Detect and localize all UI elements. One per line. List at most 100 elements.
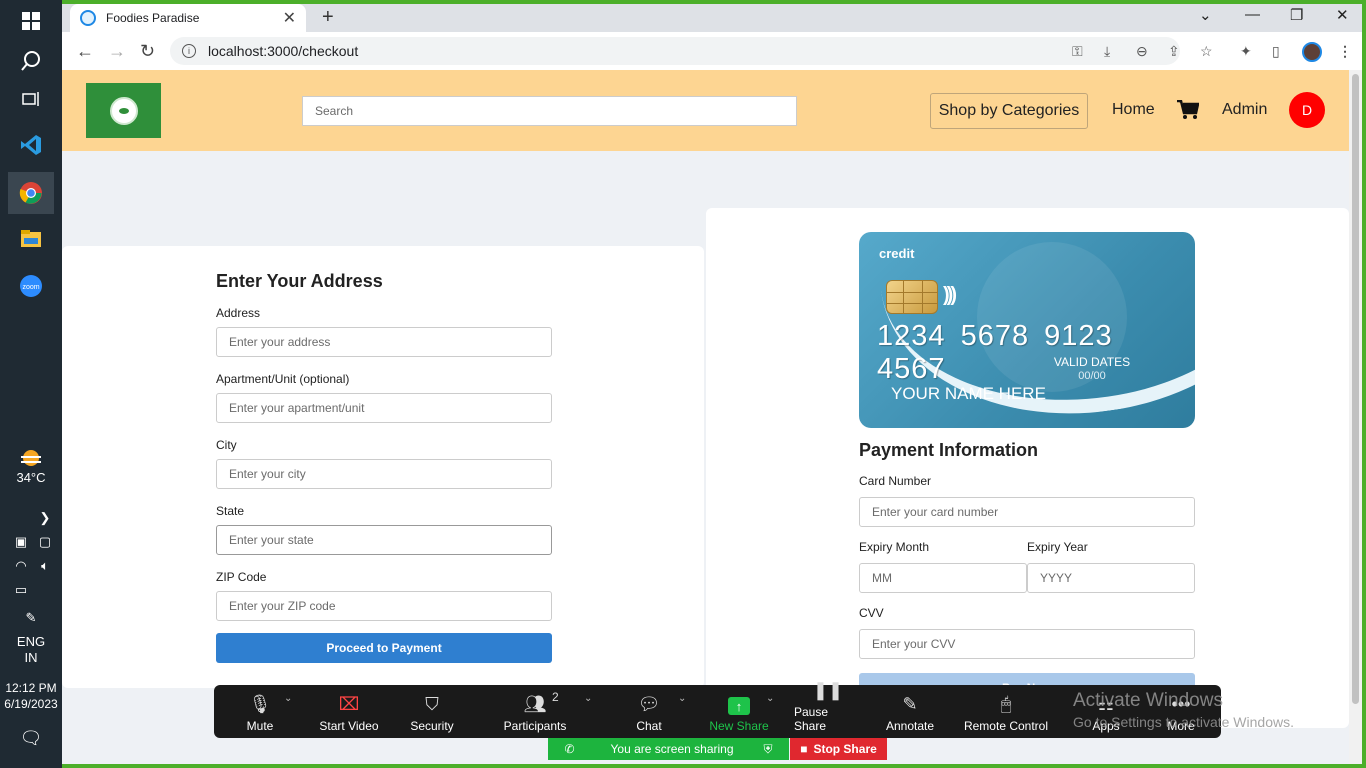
- participants-caret-icon[interactable]: ⌄: [584, 693, 592, 704]
- restore-icon[interactable]: ❐: [1290, 6, 1303, 24]
- shop-by-categories-button[interactable]: Shop by Categories: [930, 93, 1088, 129]
- back-icon[interactable]: ←: [76, 41, 94, 62]
- share-caret-icon[interactable]: ⌄: [766, 693, 774, 704]
- vscode-icon[interactable]: [8, 124, 54, 166]
- wifi-icon[interactable]: ◠: [11, 556, 31, 576]
- mute-label: Mute: [246, 719, 274, 733]
- page-scrollbar[interactable]: [1349, 70, 1362, 764]
- cart-icon[interactable]: [1177, 99, 1200, 120]
- stop-share-button[interactable]: ■ Stop Share: [790, 738, 887, 760]
- screen-share-tray-icon[interactable]: ▢: [35, 532, 55, 552]
- screen-sharing-indicator[interactable]: ✆ You are screen sharing ⛨: [548, 738, 789, 760]
- card-number-input[interactable]: [859, 497, 1195, 527]
- volume-icon[interactable]: 🔈︎: [35, 556, 55, 576]
- user-avatar[interactable]: D: [1289, 92, 1325, 128]
- pause-share-button[interactable]: ❚❚ Pause Share: [794, 680, 862, 738]
- valid-dates-label: VALID DATES: [1053, 355, 1131, 369]
- browser-tab[interactable]: Foodies Paradise ✕: [70, 4, 306, 32]
- chat-caret-icon[interactable]: ⌄: [678, 693, 686, 704]
- proceed-to-payment-button[interactable]: Proceed to Payment: [216, 633, 552, 663]
- bookmark-star-icon[interactable]: ☆: [1200, 43, 1213, 60]
- mute-button[interactable]: 🎙︎ Mute: [236, 685, 284, 738]
- clock-date[interactable]: 6/19/2023: [0, 696, 62, 712]
- browser-menu-icon[interactable]: ⋮: [1338, 43, 1352, 60]
- apartment-input[interactable]: [216, 393, 552, 423]
- zoom-out-icon[interactable]: ⊖: [1136, 43, 1148, 60]
- chrome-icon[interactable]: [8, 172, 54, 214]
- participants-label: Participants: [503, 719, 567, 733]
- forward-icon[interactable]: →: [108, 41, 126, 62]
- language-line1[interactable]: ENG: [0, 634, 62, 650]
- share-icon[interactable]: ⇪: [1168, 43, 1180, 60]
- close-tab-icon[interactable]: ✕: [283, 8, 296, 28]
- browser-window: Foodies Paradise ✕ + ⌄ — ❐ ✕ ← → ↻ i loc…: [62, 4, 1362, 764]
- tab-search-icon[interactable]: ⌄: [1199, 6, 1212, 24]
- windows-start-icon[interactable]: [8, 0, 54, 42]
- remote-control-button[interactable]: 🖱︎ Remote Control: [962, 685, 1050, 738]
- site-search-input[interactable]: [302, 96, 797, 126]
- minimize-icon[interactable]: —: [1245, 6, 1260, 23]
- site-logo[interactable]: [86, 83, 161, 138]
- address-bar[interactable]: i localhost:3000/checkout: [170, 37, 1180, 65]
- language-line2[interactable]: IN: [0, 650, 62, 666]
- cvv-input[interactable]: [859, 629, 1195, 659]
- city-label: City: [216, 438, 237, 452]
- activate-windows-title: Activate Windows: [1073, 690, 1223, 711]
- side-panel-icon[interactable]: ▯: [1272, 43, 1280, 60]
- tab-title: Foodies Paradise: [106, 11, 200, 25]
- expiry-year-label: Expiry Year: [1027, 540, 1088, 554]
- phone-icon: ✆: [564, 742, 575, 756]
- battery-icon[interactable]: ▭: [11, 580, 31, 600]
- zip-input[interactable]: [216, 591, 552, 621]
- audio-options-caret-icon[interactable]: ⌄: [284, 693, 292, 704]
- browser-toolbar: ← → ↻ i localhost:3000/checkout ⚿ ⤓ ⊖ ⇪ …: [62, 32, 1362, 70]
- scrollbar-thumb[interactable]: [1352, 74, 1359, 704]
- expiry-year-input[interactable]: [1027, 563, 1195, 593]
- chat-icon: 💬︎: [637, 694, 661, 714]
- site-info-icon[interactable]: i: [182, 44, 196, 58]
- close-window-icon[interactable]: ✕: [1336, 6, 1349, 24]
- expiry-month-input[interactable]: [859, 563, 1027, 593]
- tab-strip: Foodies Paradise ✕ + ⌄ — ❐ ✕: [62, 4, 1362, 32]
- file-explorer-icon[interactable]: [8, 218, 54, 260]
- new-tab-icon[interactable]: +: [322, 6, 334, 29]
- shield-check-icon: ⛨: [763, 741, 773, 756]
- chevron-right-icon[interactable]: ❯: [35, 508, 55, 528]
- city-input[interactable]: [216, 459, 552, 489]
- clock-time[interactable]: 12:12 PM: [0, 680, 62, 696]
- pen-icon[interactable]: ✎: [21, 608, 41, 628]
- profile-avatar[interactable]: [1302, 42, 1322, 62]
- valid-dates-value: 00/00: [1078, 370, 1106, 382]
- task-view-icon[interactable]: [8, 78, 54, 120]
- start-video-button[interactable]: ⌧ Start Video: [312, 685, 386, 738]
- site-header: Shop by Categories Home Admin D: [62, 70, 1349, 151]
- contactless-icon: ))): [943, 284, 957, 306]
- security-button[interactable]: ⛉ Security: [406, 685, 458, 738]
- notification-icon[interactable]: 🗨︎: [20, 728, 43, 748]
- pencil-icon: ✎: [902, 694, 918, 714]
- annotate-button[interactable]: ✎ Annotate: [884, 685, 936, 738]
- search-icon[interactable]: [8, 40, 54, 82]
- logo-badge-icon: [109, 96, 138, 125]
- chat-button[interactable]: 💬︎ Chat: [632, 685, 666, 738]
- address-card: Enter Your Address Address Apartment/Uni…: [62, 246, 704, 688]
- new-share-button[interactable]: ↑ New Share: [708, 685, 770, 738]
- start-video-label: Start Video: [319, 719, 379, 733]
- zoom-app-icon[interactable]: zoom: [8, 265, 54, 307]
- admin-link[interactable]: Admin: [1222, 101, 1267, 119]
- meet-now-icon[interactable]: ▣: [11, 532, 31, 552]
- url-text: localhost:3000/checkout: [208, 43, 359, 59]
- extensions-icon[interactable]: ✦: [1240, 43, 1252, 60]
- state-input[interactable]: [216, 525, 552, 555]
- install-app-icon[interactable]: ⤓: [1104, 43, 1110, 60]
- new-share-label: New Share: [709, 719, 769, 733]
- address-input[interactable]: [216, 327, 552, 357]
- home-link[interactable]: Home: [1112, 101, 1155, 119]
- reload-icon[interactable]: ↻: [140, 41, 155, 62]
- svg-text:zoom: zoom: [22, 284, 39, 291]
- participants-button[interactable]: 👥︎ Participants: [500, 685, 570, 738]
- password-key-icon[interactable]: ⚿: [1072, 43, 1083, 60]
- state-label: State: [216, 504, 245, 518]
- weather-temp: 34°C: [16, 470, 46, 485]
- annotate-label: Annotate: [885, 719, 935, 733]
